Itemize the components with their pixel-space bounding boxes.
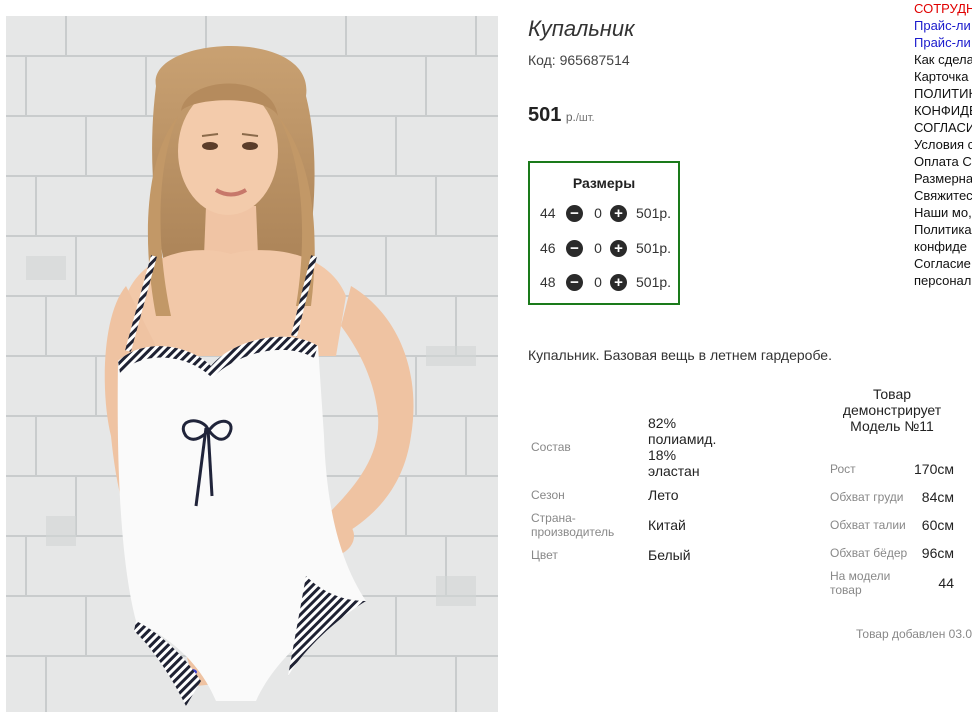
season-value: Лето [648, 487, 679, 503]
composition-value-line: полиамид. [648, 431, 717, 447]
product-description: Купальник. Базовая вещь в летнем гардеро… [528, 347, 832, 363]
size-quantity: 0 [594, 240, 602, 256]
price-per: /шт. [575, 112, 595, 124]
composition-value-line: эластан [648, 463, 700, 479]
size-label: 46 [540, 240, 556, 256]
model-param-label: Обхват груди [830, 490, 904, 504]
side-menu-item[interactable]: Свяжитес [914, 187, 972, 204]
model-heading: Товар демонстрирует Модель №11 [832, 386, 952, 434]
side-menu-item[interactable]: СОГЛАСИ [914, 119, 972, 136]
side-menu-item[interactable]: персонал [914, 272, 972, 289]
on-model-value: 44 [938, 575, 954, 591]
size-price: 501р. [636, 205, 672, 221]
plus-circle-icon[interactable]: + [610, 274, 627, 291]
season-label: Сезон [531, 488, 565, 502]
model-param-value: 84см [921, 489, 954, 505]
model-param-label: Обхват талии [830, 518, 906, 532]
size-row: 44 − 0 + 501р. [540, 204, 676, 224]
side-menu-item[interactable]: КОНФИДЕ [914, 102, 972, 119]
product-price: 501 р./шт. [528, 104, 595, 127]
product-code: Код: 965687514 [528, 52, 630, 68]
size-price: 501р. [636, 274, 672, 290]
size-quantity: 0 [594, 274, 602, 290]
side-menu-item[interactable]: Прайс-ли [914, 34, 972, 51]
color-label: Цвет [531, 548, 558, 562]
size-label: 44 [540, 205, 556, 221]
size-label: 48 [540, 274, 556, 290]
side-menu-item[interactable]: Политика [914, 221, 972, 238]
sizes-title: Размеры [572, 175, 636, 191]
plus-circle-icon[interactable]: + [610, 205, 627, 222]
side-menu-item[interactable]: СОТРУДН [914, 0, 972, 17]
on-model-label-line: товар [830, 583, 862, 597]
price-value: 501 [528, 104, 562, 126]
added-date: Товар добавлен 03.0 [856, 627, 972, 641]
model-heading-line: Товар [872, 386, 912, 402]
plus-circle-icon[interactable]: + [610, 240, 627, 257]
composition-value-line: 18% [648, 447, 677, 463]
side-menu-item[interactable]: Прайс-ли [914, 17, 972, 34]
minus-circle-icon[interactable]: − [566, 240, 583, 257]
size-quantity: 0 [594, 205, 602, 221]
side-menu-item[interactable]: ПОЛИТИК [914, 85, 972, 102]
model-param-value: 170см [914, 461, 954, 477]
model-param-value: 96см [921, 545, 954, 561]
side-menu-item[interactable]: Карточка [914, 68, 972, 85]
minus-circle-icon[interactable]: − [566, 205, 583, 222]
size-row: 46 − 0 + 501р. [540, 239, 676, 259]
minus-circle-icon[interactable]: − [566, 274, 583, 291]
country-value: Китай [648, 517, 686, 533]
side-menu-item[interactable]: Как сдела [914, 51, 972, 68]
sizes-panel: Размеры 44 − 0 + 501р. 46 − 0 + 501р. 48… [528, 161, 680, 305]
country-label-line: производитель [531, 525, 615, 539]
product-photo[interactable] [6, 16, 498, 712]
model-param-label: Обхват бёдер [830, 546, 908, 560]
side-menu-item[interactable]: Условия с [914, 136, 972, 153]
side-menu-item[interactable]: Наши мо, [914, 204, 972, 221]
price-unit: р. [565, 110, 576, 124]
product-photo-illustration [6, 16, 498, 712]
on-model-label-line: На модели [830, 569, 891, 583]
model-param-value: 60см [921, 517, 954, 533]
side-menu-item[interactable]: Оплата С [914, 153, 972, 170]
side-menu-item[interactable]: Согласие [914, 255, 972, 272]
model-heading-line: Модель №11 [850, 418, 934, 434]
composition-value-line: 82% [648, 415, 677, 431]
model-param-label: Рост [830, 462, 856, 476]
color-value: Белый [648, 547, 691, 563]
side-menu: СОТРУДН Прайс-ли Прайс-ли Как сдела Карт… [914, 0, 972, 289]
size-row: 48 − 0 + 501р. [540, 273, 676, 293]
side-menu-item[interactable]: Размерна [914, 170, 972, 187]
model-heading-line: демонстрирует [842, 402, 942, 418]
composition-label: Состав [531, 440, 571, 454]
size-price: 501р. [636, 240, 672, 256]
side-menu-item[interactable]: конфиде [914, 238, 972, 255]
country-label-line: Страна- [531, 511, 576, 525]
product-title: Купальник [528, 16, 635, 41]
